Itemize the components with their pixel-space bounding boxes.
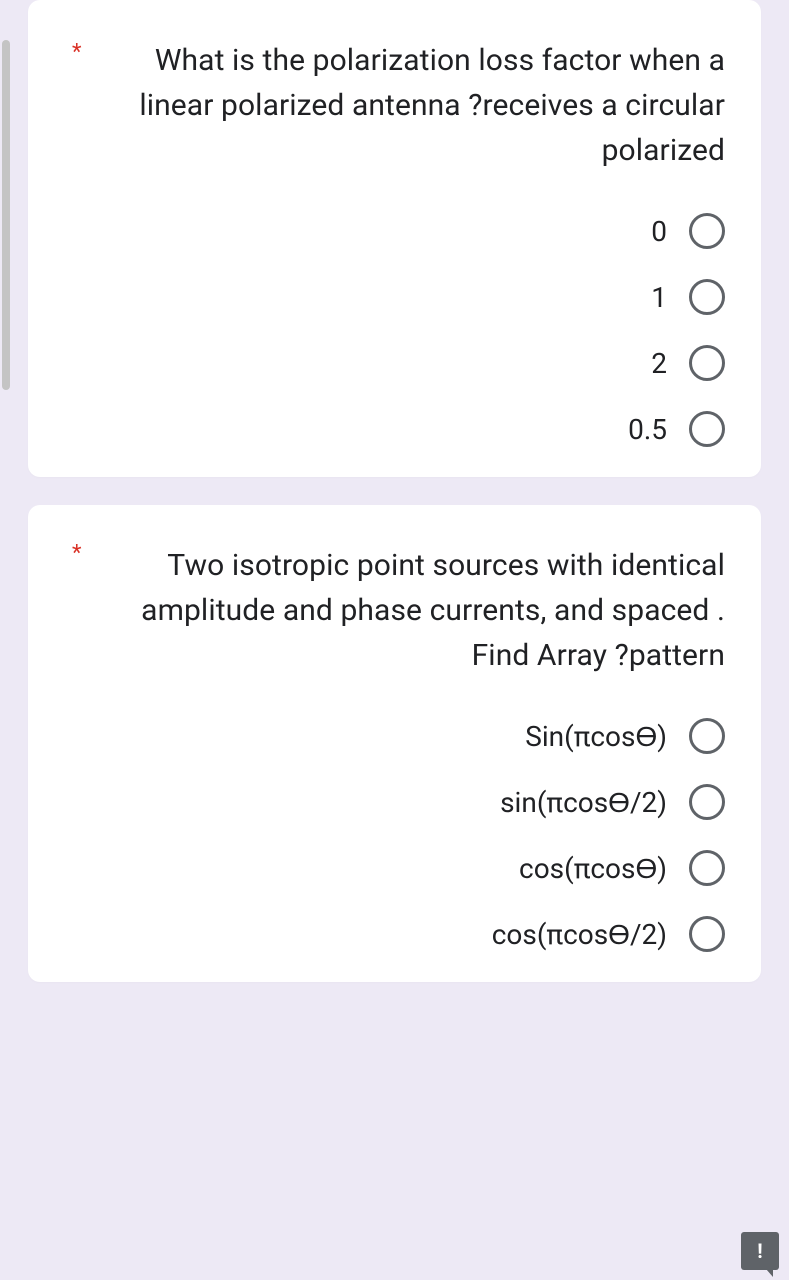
scrollbar-thumb[interactable] [2, 40, 10, 390]
option-label: 1 [651, 281, 667, 314]
option-row[interactable]: 2 [651, 345, 725, 381]
option-row[interactable]: sin(πcosϴ/2) [500, 784, 725, 820]
question-text-1: What is the polarization loss factor whe… [134, 38, 725, 173]
radio-button[interactable] [689, 213, 725, 249]
option-row[interactable]: Sin(πcosϴ) [525, 718, 725, 754]
option-label: cos(πcosϴ/2) [492, 918, 667, 951]
option-label: 0.5 [628, 413, 667, 446]
question-card-1: * What is the polarization loss factor w… [28, 0, 761, 477]
required-marker: * [72, 42, 81, 64]
radio-button[interactable] [689, 784, 725, 820]
option-row[interactable]: cos(πcosϴ) [519, 850, 725, 886]
option-row[interactable]: 1 [651, 279, 725, 315]
option-row[interactable]: 0.5 [628, 411, 725, 447]
radio-button[interactable] [689, 718, 725, 754]
question-card-2: * Two isotropic point sources with ident… [28, 505, 761, 982]
required-marker: * [72, 543, 81, 565]
radio-button[interactable] [689, 916, 725, 952]
option-label: cos(πcosϴ) [519, 852, 667, 885]
option-label: Sin(πcosϴ) [525, 720, 667, 753]
exclamation-icon: ! [757, 1241, 762, 1261]
question-text-2: Two isotropic point sources with identic… [134, 543, 725, 678]
feedback-icon[interactable]: ! [741, 1232, 779, 1270]
option-label: 0 [651, 215, 667, 248]
option-label: 2 [651, 347, 667, 380]
option-label: sin(πcosϴ/2) [500, 786, 667, 819]
option-row[interactable]: cos(πcosϴ/2) [492, 916, 725, 952]
option-row[interactable]: 0 [651, 213, 725, 249]
options-group-2: Sin(πcosϴ) sin(πcosϴ/2) cos(πcosϴ) cos(π… [64, 718, 725, 952]
radio-button[interactable] [689, 850, 725, 886]
scrollbar-track[interactable] [2, 0, 10, 460]
options-group-1: 0 1 2 0.5 [64, 213, 725, 447]
radio-button[interactable] [689, 279, 725, 315]
radio-button[interactable] [689, 345, 725, 381]
radio-button[interactable] [689, 411, 725, 447]
